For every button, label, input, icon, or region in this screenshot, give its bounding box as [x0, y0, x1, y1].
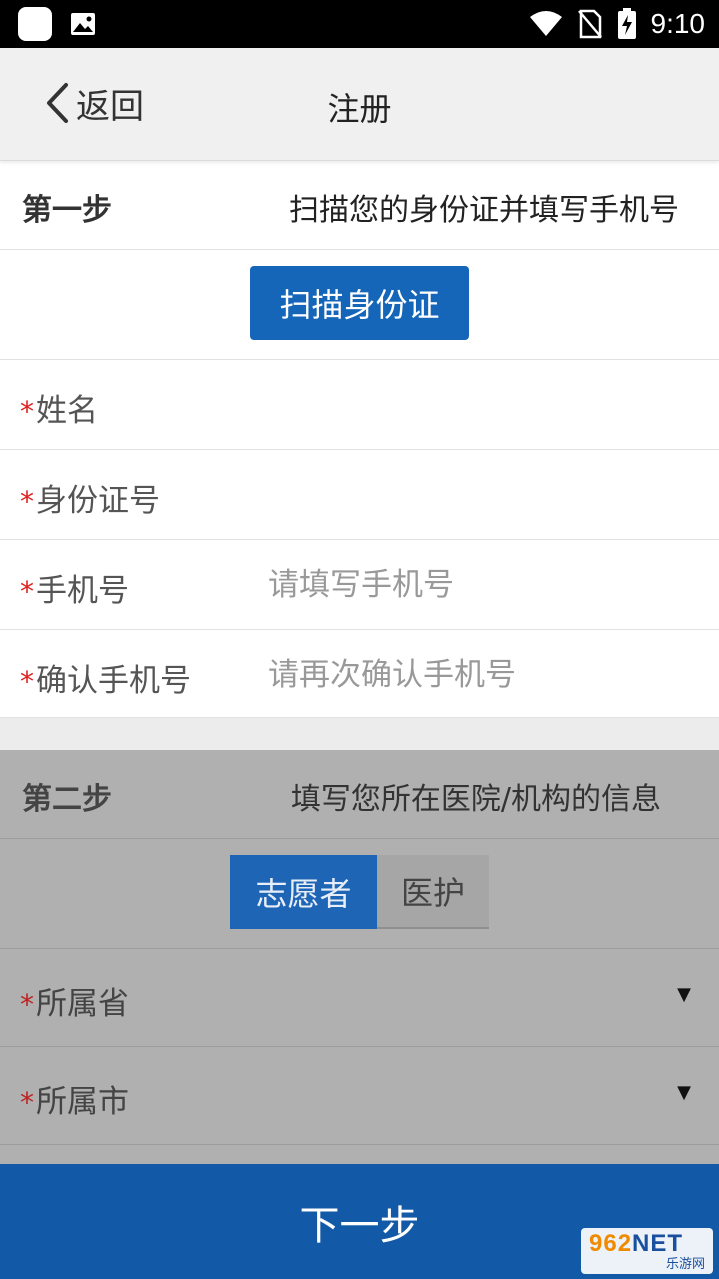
confirm-phone-label: *确认手机号 [20, 663, 191, 699]
watermark-logo: 962NET 乐游网 [581, 1228, 713, 1274]
segment-volunteer[interactable]: 志愿者 [230, 855, 377, 929]
required-mark: * [20, 485, 34, 518]
app-notification-icon [18, 7, 52, 41]
phone-label: *手机号 [20, 573, 129, 609]
step1-header: 第一步 扫描您的身份证并填写手机号 [0, 160, 719, 250]
step2-label: 第二步 [22, 782, 112, 817]
step1-description: 扫描您的身份证并填写手机号 [289, 193, 679, 228]
name-row: *姓名 [0, 360, 719, 450]
province-label: *所属省 [20, 986, 129, 1022]
confirm-phone-row: *确认手机号 [0, 630, 719, 718]
step1-label: 第一步 [22, 193, 112, 228]
status-time: 9:10 [650, 8, 706, 39]
required-mark: * [20, 395, 34, 428]
phone-input[interactable] [268, 555, 688, 615]
nav-bar: 返回 注册 [0, 48, 719, 161]
wifi-icon [529, 11, 562, 36]
back-button[interactable]: 返回 [44, 78, 144, 128]
phone-row: *手机号 [0, 540, 719, 630]
segment-medical[interactable]: 医护 [377, 855, 489, 929]
step2-header: 第二步 填写您所在医院/机构的信息 [0, 750, 719, 839]
image-notification-icon [71, 13, 95, 35]
section-gap [0, 718, 719, 750]
required-mark: * [20, 665, 34, 698]
confirm-phone-input[interactable] [268, 645, 688, 705]
status-bar: 9:10 [0, 0, 719, 48]
province-select[interactable]: *所属省 ▼ [0, 949, 719, 1047]
id-number-label: *身份证号 [20, 483, 160, 519]
required-mark: * [20, 575, 34, 608]
scan-id-card-button[interactable]: 扫描身份证 [250, 266, 469, 340]
dropdown-caret-icon: ▼ [677, 1082, 691, 1103]
id-number-input[interactable] [268, 465, 688, 525]
battery-charging-icon [617, 8, 636, 39]
chevron-left-icon [47, 83, 68, 123]
step2-description: 填写您所在医院/机构的信息 [290, 782, 661, 817]
dropdown-caret-icon: ▼ [677, 984, 691, 1005]
id-number-row: *身份证号 [0, 450, 719, 540]
city-select[interactable]: *所属市 ▼ [0, 1047, 719, 1145]
required-mark: * [20, 1086, 34, 1119]
name-input[interactable] [268, 375, 688, 435]
back-label: 返回 [76, 86, 144, 127]
required-mark: * [20, 988, 34, 1021]
no-sim-icon [577, 9, 602, 39]
role-segmented-control: 志愿者 医护 [230, 855, 489, 929]
city-label: *所属市 [20, 1084, 129, 1120]
name-label: *姓名 [20, 393, 98, 429]
